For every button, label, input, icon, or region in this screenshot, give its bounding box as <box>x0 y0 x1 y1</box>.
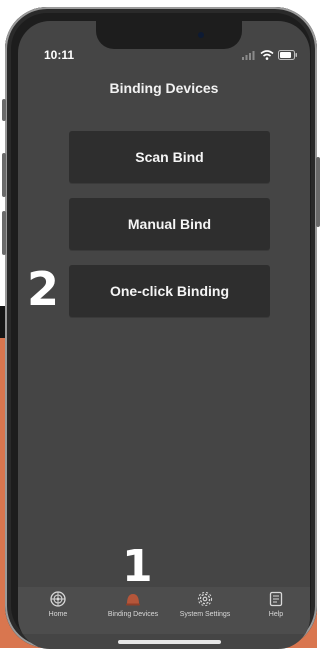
tab-home-label: Home <box>48 611 68 618</box>
front-camera <box>198 32 204 38</box>
manual-bind-button[interactable]: Manual Bind <box>69 198 270 250</box>
phone-screen: 10:11 Binding Devices Scan Bind Manual B… <box>18 21 310 649</box>
wifi-icon <box>260 50 274 60</box>
binding-devices-icon <box>126 594 140 606</box>
step-1-annotation: 1 <box>122 541 153 592</box>
status-time: 10:11 <box>44 48 75 62</box>
cellular-signal-icon <box>242 51 255 60</box>
tab-binding-devices-label: Binding Devices <box>107 611 159 618</box>
battery-icon <box>278 50 297 60</box>
power-button <box>316 157 320 227</box>
volume-up-button <box>2 153 6 197</box>
tab-help-label: Help <box>268 611 284 618</box>
step-2-annotation: 2 <box>27 262 60 316</box>
page-title: Binding Devices <box>109 80 219 96</box>
status-icons <box>242 49 298 61</box>
home-indicator[interactable] <box>118 640 221 644</box>
one-click-binding-button[interactable]: One-click Binding <box>69 265 270 317</box>
tab-help[interactable]: Help <box>256 591 296 631</box>
volume-down-button <box>2 211 6 255</box>
tab-system-settings-label: System Settings <box>179 611 231 618</box>
scan-bind-button[interactable]: Scan Bind <box>69 131 270 183</box>
home-wheel-icon <box>50 591 66 607</box>
tab-home[interactable]: Home <box>36 591 80 631</box>
document-icon <box>269 591 283 607</box>
mute-switch <box>2 99 6 121</box>
notch <box>96 21 242 49</box>
gear-icon <box>197 591 213 607</box>
tab-bar: Home Binding Devices System Settings Hel… <box>18 587 310 634</box>
tab-binding-devices[interactable]: Binding Devices <box>101 591 165 631</box>
phone-frame: 10:11 Binding Devices Scan Bind Manual B… <box>2 7 320 649</box>
tab-system-settings[interactable]: System Settings <box>172 591 238 631</box>
